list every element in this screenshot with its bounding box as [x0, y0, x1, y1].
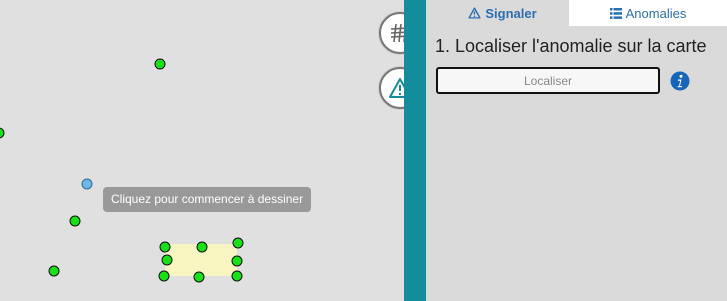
tab-anomalies[interactable]: Anomalies — [569, 0, 727, 26]
polygon-vertex[interactable] — [232, 237, 244, 249]
tab-signaler[interactable]: Signaler — [436, 0, 569, 26]
map-marker-selected[interactable] — [81, 178, 93, 190]
map-marker[interactable] — [69, 215, 81, 227]
map-marker[interactable] — [48, 265, 60, 277]
warning-icon — [468, 7, 481, 19]
polygon-vertex[interactable] — [231, 270, 243, 282]
tab-label: Anomalies — [625, 5, 687, 21]
polygon-vertex[interactable] — [231, 255, 243, 267]
warning-icon — [389, 78, 404, 98]
locate-button[interactable]: Localiser — [436, 67, 660, 94]
grid-icon — [390, 23, 404, 43]
step-title: 1. Localiser l'anomalie sur la carte — [435, 36, 707, 56]
grid-toggle-button[interactable] — [379, 12, 404, 54]
polygon-vertex[interactable] — [159, 241, 171, 253]
polygon-vertex[interactable] — [196, 241, 208, 253]
panel-tabs: Signaler Anomalies — [436, 0, 727, 26]
info-icon[interactable] — [670, 71, 690, 91]
map-marker[interactable] — [154, 58, 166, 70]
polygon-vertex[interactable] — [161, 254, 173, 266]
map[interactable]: Cliquez pour commencer à dessiner — [0, 0, 404, 301]
report-anomaly-button[interactable] — [379, 67, 404, 109]
side-panel: Signaler Anomalies 1. Localiser l'anomal… — [426, 0, 727, 301]
map-marker[interactable] — [0, 127, 5, 139]
draw-tooltip: Cliquez pour commencer à dessiner — [103, 187, 312, 212]
polygon-vertex[interactable] — [193, 271, 205, 283]
list-icon — [609, 7, 622, 19]
panel-divider[interactable] — [404, 0, 426, 301]
polygon-vertex[interactable] — [158, 270, 170, 282]
tab-label: Signaler — [485, 5, 537, 21]
